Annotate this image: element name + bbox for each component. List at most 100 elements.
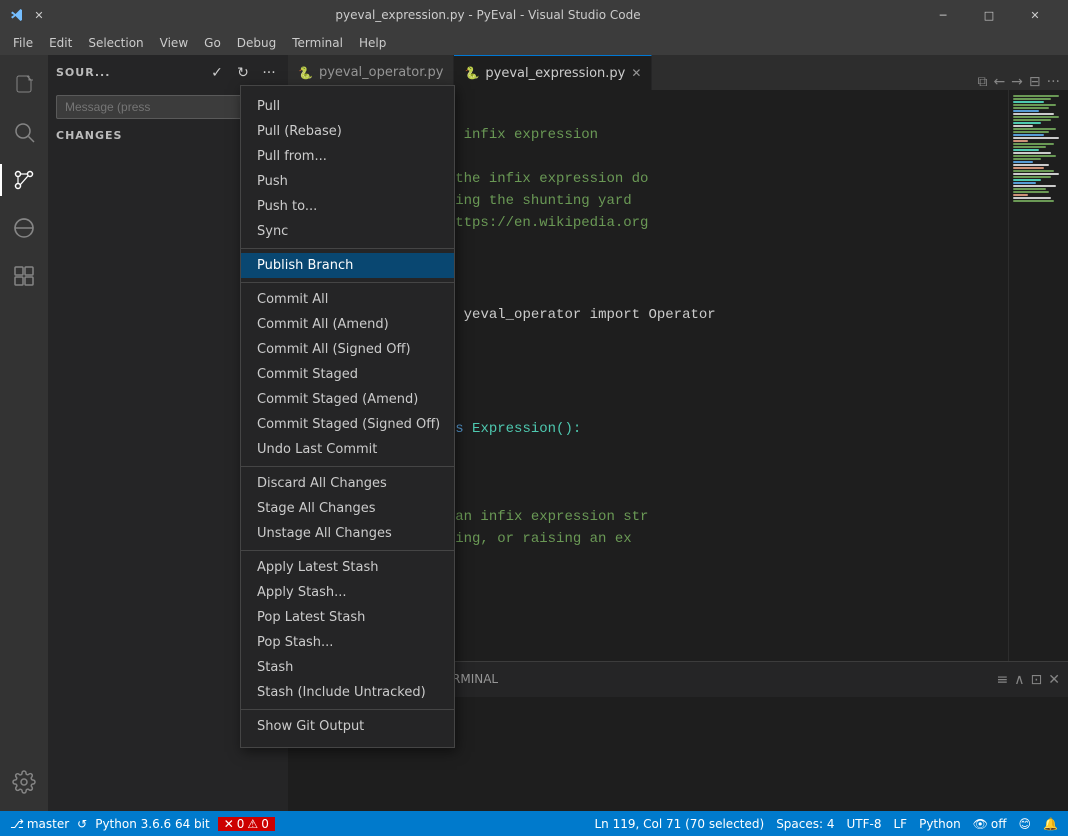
status-encoding[interactable]: UTF-8 (847, 817, 882, 831)
menu-view[interactable]: View (152, 34, 196, 52)
status-spaces[interactable]: Spaces: 4 (776, 817, 834, 831)
split-editor-icon[interactable]: ⧉ (977, 74, 987, 90)
menu-item-push-to[interactable]: Push to... (241, 194, 454, 219)
menu-item-publish-branch[interactable]: Publish Branch (241, 253, 454, 278)
menu-go[interactable]: Go (196, 34, 229, 52)
tab-actions: ⧉ ← → ⊟ ··· (969, 74, 1068, 90)
menu-group-publish: Publish Branch (241, 249, 454, 283)
go-forward-icon[interactable]: → (1011, 74, 1023, 90)
panel-filter-icon[interactable]: ≡ (997, 672, 1009, 688)
window-title: pyeval_expression.py - PyEval - Visual S… (56, 8, 920, 22)
menu-item-unstage-all[interactable]: Unstage All Changes (241, 521, 454, 546)
minimize-button[interactable]: ─ (920, 0, 966, 30)
window-controls[interactable]: ─ □ ✕ (920, 0, 1058, 30)
status-sync[interactable]: ↺ (77, 817, 87, 831)
menu-item-commit-all[interactable]: Commit All (241, 287, 454, 312)
status-left: ⎇ master ↺ Python 3.6.6 64 bit ✕ 0 ⚠ 0 (10, 817, 275, 831)
context-menu: Pull Pull (Rebase) Pull from... Push Pus… (240, 85, 455, 748)
status-eye[interactable]: 👁 off (973, 817, 1007, 831)
status-right: Ln 119, Col 71 (70 selected) Spaces: 4 U… (594, 817, 1058, 831)
status-notifications[interactable]: 🔔 (1043, 817, 1058, 831)
menu-item-pull-rebase[interactable]: Pull (Rebase) (241, 119, 454, 144)
statusbar: ⎇ master ↺ Python 3.6.6 64 bit ✕ 0 ⚠ 0 L… (0, 811, 1068, 836)
menu-item-commit-staged-signed[interactable]: Commit Staged (Signed Off) (241, 412, 454, 437)
menu-group-output: Show Git Output (241, 710, 454, 743)
sidebar-checkmark-button[interactable]: ✓ (206, 62, 228, 84)
panel-close-icon[interactable]: ✕ (1048, 672, 1060, 688)
source-control-activity-icon[interactable] (0, 156, 48, 204)
status-errors[interactable]: ✕ 0 ⚠ 0 (218, 817, 275, 831)
menu-debug[interactable]: Debug (229, 34, 284, 52)
sidebar-more-button[interactable]: ··· (258, 62, 280, 84)
python-file-icon-2: 🐍 (464, 66, 479, 80)
main-layout: SOUR... ✓ ↻ ··· CHANGES Pull Pull (Rebas… (0, 55, 1068, 811)
warning-icon: ⚠ (247, 817, 258, 831)
tab-pyeval-expression[interactable]: 🐍 pyeval_expression.py ✕ (454, 55, 652, 90)
changes-label: CHANGES (56, 129, 122, 142)
error-icon: ✕ (224, 817, 234, 831)
line-ending-label: LF (893, 817, 907, 831)
menu-item-pull[interactable]: Pull (241, 94, 454, 119)
files-activity-icon[interactable] (0, 60, 48, 108)
menu-selection[interactable]: Selection (80, 34, 151, 52)
minimap-lines (1009, 90, 1068, 207)
debug-activity-icon[interactable] (0, 204, 48, 252)
menu-group-pull-push: Pull Pull (Rebase) Pull from... Push Pus… (241, 90, 454, 249)
spaces-label: Spaces: 4 (776, 817, 834, 831)
menu-item-discard-all[interactable]: Discard All Changes (241, 471, 454, 496)
status-feedback[interactable]: 😊 (1019, 817, 1032, 831)
close-button[interactable]: ✕ (1012, 0, 1058, 30)
maximize-button[interactable]: □ (966, 0, 1012, 30)
toggle-panel-icon[interactable]: ⊟ (1029, 74, 1041, 90)
menu-item-pop-latest-stash[interactable]: Pop Latest Stash (241, 605, 454, 630)
menu-item-apply-latest-stash[interactable]: Apply Latest Stash (241, 555, 454, 580)
status-line-ending[interactable]: LF (893, 817, 907, 831)
menu-help[interactable]: Help (351, 34, 394, 52)
extensions-activity-icon[interactable] (0, 252, 48, 300)
branch-icon: ⎇ (10, 817, 24, 831)
menu-item-undo-last-commit[interactable]: Undo Last Commit (241, 437, 454, 462)
menu-item-commit-all-signed[interactable]: Commit All (Signed Off) (241, 337, 454, 362)
status-position[interactable]: Ln 119, Col 71 (70 selected) (594, 817, 764, 831)
settings-activity-icon[interactable] (0, 758, 48, 806)
warning-count: 0 (261, 817, 269, 831)
tab-label: pyeval_operator.py (319, 65, 444, 80)
feedback-icon: 😊 (1019, 817, 1032, 831)
menu-item-show-git-output[interactable]: Show Git Output (241, 714, 454, 739)
menu-item-apply-stash[interactable]: Apply Stash... (241, 580, 454, 605)
activity-bar (0, 55, 48, 811)
status-branch[interactable]: ⎇ master (10, 817, 69, 831)
menu-item-push[interactable]: Push (241, 169, 454, 194)
menu-item-commit-staged[interactable]: Commit Staged (241, 362, 454, 387)
python-file-icon: 🐍 (298, 66, 313, 80)
go-back-icon[interactable]: ← (993, 74, 1005, 90)
search-activity-icon[interactable] (0, 108, 48, 156)
panel-layout-icon[interactable]: ⊡ (1031, 672, 1043, 688)
menu-item-commit-all-amend[interactable]: Commit All (Amend) (241, 312, 454, 337)
sidebar-refresh-button[interactable]: ↻ (232, 62, 254, 84)
menu-item-pull-from[interactable]: Pull from... (241, 144, 454, 169)
status-language[interactable]: Python (919, 817, 961, 831)
menu-item-stash-include-untracked[interactable]: Stash (Include Untracked) (241, 680, 454, 705)
panel-expand-icon[interactable]: ∧ (1014, 672, 1024, 688)
activity-bottom (0, 758, 48, 806)
menu-edit[interactable]: Edit (41, 34, 80, 52)
menu-terminal[interactable]: Terminal (284, 34, 351, 52)
menu-item-pop-stash[interactable]: Pop Stash... (241, 630, 454, 655)
notification-icon: 🔔 (1043, 817, 1058, 831)
language-label: Python (919, 817, 961, 831)
python-label: Python 3.6.6 64 bit (95, 817, 210, 831)
tab-label-active: pyeval_expression.py (485, 66, 625, 81)
menu-file[interactable]: File (5, 34, 41, 52)
minimap (1008, 90, 1068, 661)
status-python[interactable]: Python 3.6.6 64 bit (95, 817, 210, 831)
menu-item-stash[interactable]: Stash (241, 655, 454, 680)
titlebar: ✕ pyeval_expression.py - PyEval - Visual… (0, 0, 1068, 30)
menu-item-stage-all[interactable]: Stage All Changes (241, 496, 454, 521)
more-actions-icon[interactable]: ··· (1047, 74, 1060, 90)
vscode-icon (10, 8, 24, 22)
titlebar-app-icons: ✕ (10, 8, 46, 22)
tab-close-button[interactable]: ✕ (631, 66, 641, 80)
menu-item-commit-staged-amend[interactable]: Commit Staged (Amend) (241, 387, 454, 412)
menu-item-sync[interactable]: Sync (241, 219, 454, 244)
